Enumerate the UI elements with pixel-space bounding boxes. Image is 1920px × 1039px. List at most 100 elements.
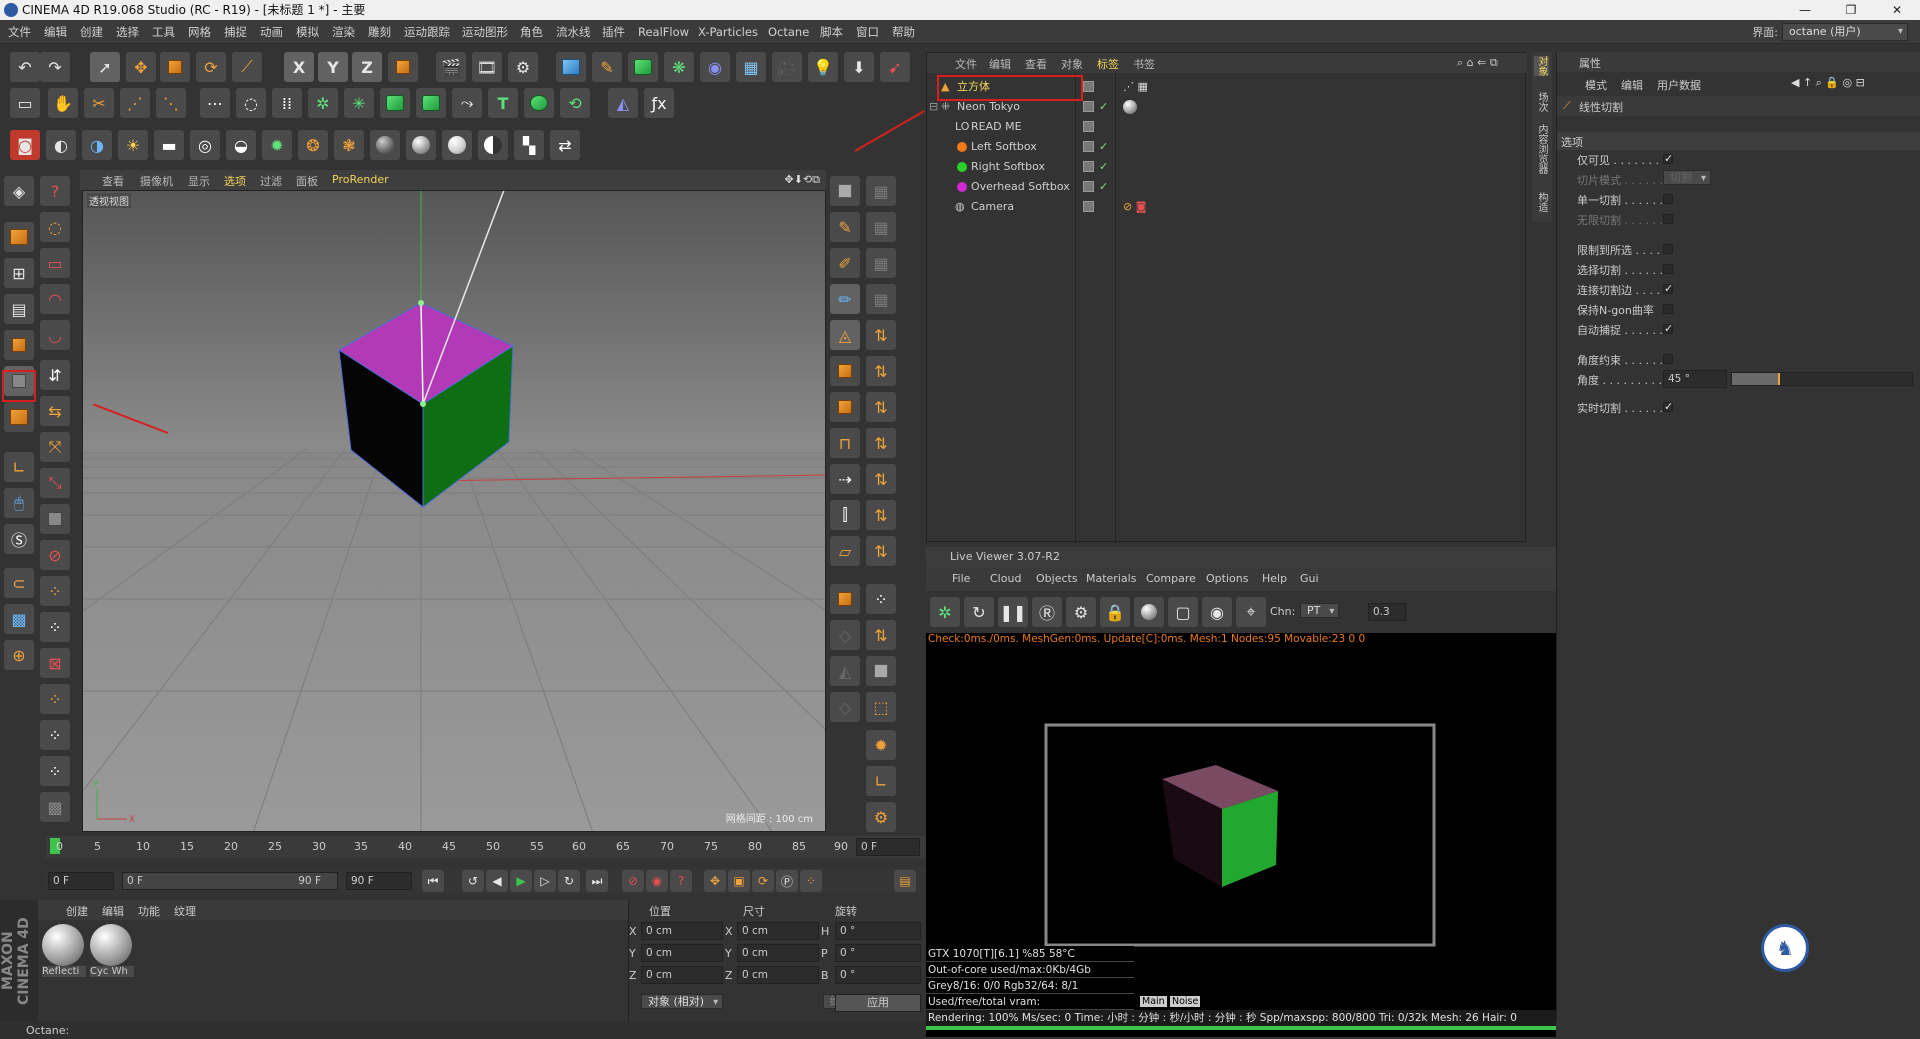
position-y-field[interactable]: 0 cm [641, 944, 723, 962]
rotate-icon[interactable]: ⟳ [196, 52, 226, 82]
mat-menu-function[interactable]: 功能 [138, 903, 160, 919]
menu-sculpt[interactable]: 雕刻 [368, 20, 391, 44]
menu-select[interactable]: 选择 [116, 20, 139, 44]
lv-tab-noise[interactable]: Noise [1170, 996, 1201, 1007]
smooth-shift-icon[interactable]: ⇅ [866, 392, 896, 422]
points-mode-icon[interactable]: ⋯ [200, 88, 230, 118]
lv-menu-objects[interactable]: Objects [1036, 572, 1078, 585]
snap-s-icon[interactable]: Ⓢ [4, 524, 34, 554]
opt-visible-only-checkbox[interactable] [1663, 152, 1673, 165]
previous-key-icon[interactable]: ↺ [462, 870, 484, 892]
undo-icon[interactable]: ↶ [10, 52, 40, 82]
obj-menu-tags[interactable]: 标签 [1097, 56, 1119, 72]
octane-area-light-icon[interactable]: ▬ [154, 130, 184, 160]
opt-angle-constraint-checkbox[interactable] [1663, 354, 1673, 364]
opt-keep-ngon-checkbox[interactable] [1663, 304, 1673, 314]
menu-simulate[interactable]: 模拟 [296, 20, 319, 44]
octane-vdb-icon[interactable]: ❂ [298, 130, 328, 160]
obj-menu-bookmarks[interactable]: 书签 [1133, 56, 1155, 72]
octane-fog-icon[interactable]: ❃ [334, 130, 364, 160]
mat-menu-edit[interactable]: 编辑 [102, 903, 124, 919]
lv-channel-value[interactable]: 0.3 [1368, 603, 1406, 621]
octane-object-tag-icon[interactable]: ▚ [514, 130, 544, 160]
key-scale-icon[interactable]: ▣ [728, 870, 750, 892]
menu-plugins[interactable]: 插件 [602, 20, 625, 44]
vp-menu-camera[interactable]: 摄像机 [140, 173, 173, 189]
sculpt-icon[interactable]: ⊕ [4, 640, 34, 670]
previous-frame-icon[interactable]: ◀ [486, 870, 508, 892]
enabled-check-icon[interactable]: ✓ [1099, 177, 1108, 197]
triangulate-icon[interactable]: ✹ [866, 730, 896, 760]
vp-menu-view[interactable]: 查看 [102, 173, 124, 189]
edges-mode-icon[interactable]: ◌ [236, 88, 266, 118]
opt-select-cuts-checkbox[interactable] [1663, 264, 1673, 274]
snap-icon[interactable]: ⇵ [40, 360, 70, 390]
menu-window[interactable]: 窗口 [856, 20, 879, 44]
octane-camera-icon[interactable]: ◒ [226, 130, 256, 160]
position-z-field[interactable]: 0 cm [641, 966, 723, 984]
untriangulate-icon[interactable]: ∟ [866, 766, 896, 796]
menu-pipeline[interactable]: 流水线 [556, 20, 591, 44]
workplane-cube-icon[interactable] [40, 504, 70, 534]
octane-settings-icon[interactable]: ◐ [46, 130, 76, 160]
lv-region-icon[interactable]: Ⓡ [1032, 597, 1062, 627]
octane-hdri-icon[interactable]: ◑ [82, 130, 112, 160]
current-frame-field[interactable]: 0 F [856, 838, 920, 856]
timeline-window-icon[interactable]: ▤ [894, 870, 916, 892]
bridge-icon[interactable]: ▦ [866, 212, 896, 242]
dynamic-guide-icon[interactable]: ⁘ [40, 720, 70, 750]
locked-workplane-icon[interactable]: ⊘ [40, 540, 70, 570]
opt-realtime-cut-checkbox[interactable] [1663, 400, 1673, 413]
settings-gear-icon[interactable]: ⚙ [866, 802, 896, 832]
material-swatch-reflection[interactable]: Reflecti [42, 924, 86, 982]
octane-glossy-material-icon[interactable] [406, 130, 436, 160]
menu-mograph[interactable]: 运动图形 [462, 20, 508, 44]
apply-button[interactable]: 应用 [835, 994, 921, 1012]
menu-character[interactable]: 角色 [520, 20, 543, 44]
mograph-matrix-icon[interactable]: ✳ [344, 88, 374, 118]
opt-single-cut-checkbox[interactable] [1663, 194, 1673, 204]
slide-icon[interactable] [830, 392, 860, 422]
key-parameter-icon[interactable]: Ⓟ [776, 870, 798, 892]
optimize-icon[interactable]: ⁘ [866, 584, 896, 614]
menu-render[interactable]: 渲染 [332, 20, 355, 44]
vp-menu-display[interactable]: 显示 [188, 173, 210, 189]
axis-z-button[interactable]: Z [352, 52, 382, 82]
texture-mode-icon[interactable]: ⊞ [4, 258, 34, 288]
menu-create[interactable]: 创建 [80, 20, 103, 44]
object-row-readme[interactable]: LO READ ME [927, 117, 1527, 137]
menu-help[interactable]: 帮助 [892, 20, 915, 44]
light-icon[interactable]: 💡 [808, 52, 838, 82]
weld-icon[interactable]: ⊓ [830, 428, 860, 458]
matrix-extrude-icon[interactable]: ⇅ [866, 356, 896, 386]
menu-snap[interactable]: 捕捉 [224, 20, 247, 44]
tracer-icon[interactable]: ⤳ [452, 88, 482, 118]
make-editable-icon[interactable]: ▭ [10, 88, 40, 118]
melt-icon[interactable]: ◇ [830, 692, 860, 722]
menu-mesh[interactable]: 网格 [188, 20, 211, 44]
attr-menu-userdata[interactable]: 用户数据 [1657, 77, 1701, 93]
lv-tab-main[interactable]: Main [1140, 996, 1167, 1007]
attr-nav-icons[interactable]: ◀ ↑ ⌕ 🔒 ◎ ⊟ [1791, 76, 1865, 90]
octane-diffuse-material-icon[interactable] [370, 130, 400, 160]
scale-icon[interactable] [160, 52, 190, 82]
opt-infinite-cut-checkbox[interactable] [1663, 214, 1673, 224]
bevel-icon[interactable]: ▦ [866, 176, 896, 206]
pen-spline-icon[interactable]: ✎ [592, 52, 622, 82]
select-cursor-icon[interactable]: ➚ [90, 52, 120, 82]
lv-menu-materials[interactable]: Materials [1086, 572, 1136, 585]
lv-menu-compare[interactable]: Compare [1146, 572, 1196, 585]
workplane-icon[interactable]: ▤ [4, 294, 34, 324]
move-icon[interactable]: ✥ [126, 52, 156, 82]
restore-button[interactable]: ❐ [1828, 0, 1874, 20]
vp-nav-icon[interactable]: ✥⬇⟲⧉ [784, 173, 820, 187]
knife-tool-icon[interactable]: ⟋ [232, 52, 262, 82]
clone-icon[interactable]: ◇ [830, 620, 860, 650]
object-mode-icon[interactable] [4, 222, 34, 252]
size-z-field[interactable]: 0 cm [737, 966, 819, 984]
attr-menu-mode[interactable]: 模式 [1585, 77, 1607, 93]
key-rotation-icon[interactable]: ⟳ [752, 870, 774, 892]
cube-primitive-icon[interactable] [556, 52, 586, 82]
menu-edit[interactable]: 编辑 [44, 20, 67, 44]
normal-rotate-icon[interactable]: ⇅ [866, 500, 896, 530]
